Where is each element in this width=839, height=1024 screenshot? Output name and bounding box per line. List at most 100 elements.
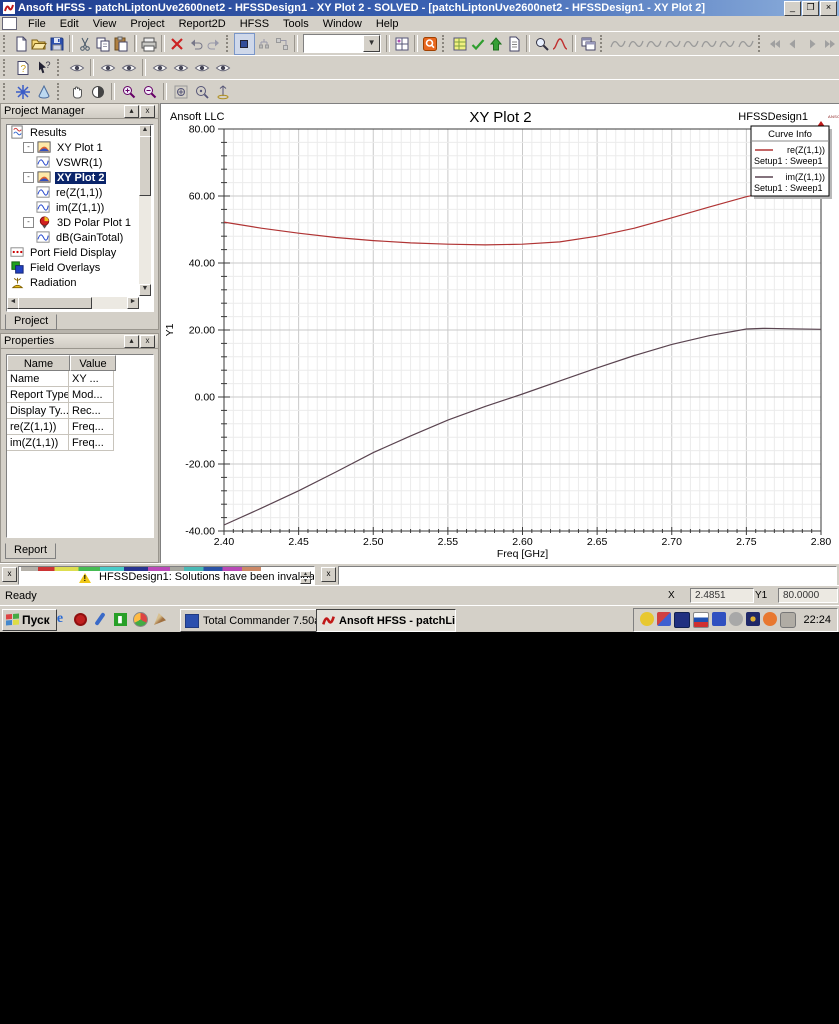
toolbar-grip[interactable] xyxy=(757,35,763,52)
arrow-up-green-button[interactable] xyxy=(487,34,505,54)
tree-vscroll-thumb[interactable] xyxy=(139,136,151,196)
close-icon[interactable]: x xyxy=(140,104,155,118)
menu-hfss[interactable]: HFSS xyxy=(233,17,276,31)
expander-icon[interactable]: - xyxy=(23,142,34,153)
new-file-button[interactable] xyxy=(11,34,29,54)
nav-prev-button[interactable] xyxy=(784,34,802,54)
eye-button[interactable] xyxy=(191,58,212,78)
tree-item-im-z-1-1-[interactable]: im(Z(1,1)) xyxy=(7,200,153,215)
zoom-out-window-button[interactable] xyxy=(139,82,160,102)
project-manager-titlebar[interactable]: Project Manager ▴ x xyxy=(1,104,158,119)
tab-project[interactable]: Project xyxy=(5,314,58,330)
tray-camera-icon[interactable] xyxy=(780,612,797,628)
q-orange-button[interactable] xyxy=(421,34,439,54)
paste-button[interactable] xyxy=(112,34,130,54)
toolbar-grip[interactable] xyxy=(3,83,9,100)
minimize-button[interactable]: _ xyxy=(784,0,801,16)
column-header-value[interactable]: Value xyxy=(70,355,116,371)
tray-blue-dark-icon[interactable] xyxy=(674,612,691,628)
toolbar-grip[interactable] xyxy=(441,35,447,52)
menu-tools[interactable]: Tools xyxy=(276,17,316,31)
menu-view[interactable]: View xyxy=(86,17,124,31)
menu-edit[interactable]: Edit xyxy=(53,17,86,31)
xy-plot-chart[interactable]: 80.00 60.00 40.00 20.00 0.00 -20.00 -40.00 2.40… xyxy=(161,104,839,567)
tree-item-radiation[interactable]: Radiation xyxy=(7,275,153,290)
help-new-button[interactable]: ? xyxy=(12,58,33,78)
start-button[interactable]: Пуск xyxy=(2,609,57,631)
scroll-down-icon[interactable]: ▼ xyxy=(139,284,151,296)
model-star-button[interactable] xyxy=(12,82,33,102)
eye-button[interactable] xyxy=(118,58,139,78)
wave-button[interactable] xyxy=(664,34,682,54)
progress-close-icon[interactable]: x xyxy=(321,567,336,582)
toolbar-grip[interactable] xyxy=(57,59,63,76)
property-value[interactable]: Rec... xyxy=(69,403,114,419)
chrome-ball-icon[interactable] xyxy=(132,611,148,627)
nav-next-button[interactable] xyxy=(803,34,821,54)
trace-selector-combo[interactable]: ▼ xyxy=(302,34,382,53)
tree-item-field-overlays[interactable]: Field Overlays xyxy=(7,260,153,275)
brush-icon[interactable] xyxy=(152,611,168,627)
contrast-button[interactable] xyxy=(87,82,108,102)
eye-button[interactable] xyxy=(170,58,191,78)
properties-titlebar[interactable]: Properties ▴ x xyxy=(1,334,158,349)
tree-item-results[interactable]: Results xyxy=(7,125,153,140)
zoom-window-button[interactable] xyxy=(118,82,139,102)
print-button[interactable] xyxy=(140,34,158,54)
zoom-magnifier-button[interactable] xyxy=(533,34,551,54)
redo-button[interactable] xyxy=(205,34,223,54)
eye-button[interactable] xyxy=(149,58,170,78)
tree-item-db-gaintotal-[interactable]: dB(GainTotal) xyxy=(7,230,153,245)
wave-button[interactable] xyxy=(609,34,627,54)
fit-layout-button[interactable] xyxy=(393,34,411,54)
nav-first-button[interactable] xyxy=(766,34,784,54)
toolbar-grip[interactable] xyxy=(3,35,8,52)
menu-file[interactable]: File xyxy=(21,17,53,31)
window-cascade-button[interactable] xyxy=(579,34,597,54)
check-green-button[interactable] xyxy=(469,34,487,54)
wave-button[interactable] xyxy=(700,34,718,54)
help-pointer-button[interactable]: ? xyxy=(33,58,54,78)
sheet-button[interactable] xyxy=(450,34,468,54)
eye-button[interactable] xyxy=(97,58,118,78)
wave-button[interactable] xyxy=(736,34,754,54)
pen-blue-icon[interactable] xyxy=(92,611,108,627)
menu-report2d[interactable]: Report2D xyxy=(172,17,233,31)
task-button-1[interactable]: Total Commander 7.50a ... xyxy=(180,609,320,632)
toolbar-grip[interactable] xyxy=(57,83,63,100)
tree-vscrollbar[interactable]: ▲ ▼ xyxy=(139,125,151,296)
opera-icon[interactable] xyxy=(72,611,88,627)
wave-button[interactable] xyxy=(645,34,663,54)
model-cone-button[interactable] xyxy=(33,82,54,102)
eye-button[interactable] xyxy=(212,58,233,78)
expander-icon[interactable]: - xyxy=(23,217,34,228)
wave-button[interactable] xyxy=(627,34,645,54)
nav-last-button[interactable] xyxy=(821,34,839,54)
tray-multi-icon[interactable] xyxy=(657,612,672,626)
maximize-button[interactable]: ❐ xyxy=(802,0,819,16)
wave-button[interactable] xyxy=(682,34,700,54)
wave-button[interactable] xyxy=(718,34,736,54)
property-value[interactable]: Freq... xyxy=(69,419,114,435)
tree-item-vswr-1-[interactable]: VSWR(1) xyxy=(7,155,153,170)
zoom-mag-button[interactable] xyxy=(191,82,212,102)
expander-icon[interactable]: - xyxy=(23,172,34,183)
tray-blue-icon[interactable] xyxy=(712,612,727,626)
property-value[interactable]: XY ... xyxy=(69,371,114,387)
analyze-button[interactable] xyxy=(273,34,291,54)
message-close-icon[interactable]: x xyxy=(2,567,17,582)
tray-ru-flag-icon[interactable] xyxy=(693,612,710,628)
menu-project[interactable]: Project xyxy=(123,17,171,31)
report-doc-button[interactable] xyxy=(505,34,523,54)
menu-help[interactable]: Help xyxy=(369,17,406,31)
zoom-square-button[interactable] xyxy=(170,82,191,102)
toolbar-grip[interactable] xyxy=(600,35,605,52)
property-value[interactable]: Freq... xyxy=(69,435,114,451)
eye-button[interactable] xyxy=(66,58,87,78)
tray-speaker-icon[interactable] xyxy=(746,612,761,626)
chevron-down-icon[interactable]: ▼ xyxy=(363,35,381,52)
close-button[interactable]: × xyxy=(820,0,837,16)
toolbar-grip[interactable] xyxy=(3,59,9,76)
pin-icon[interactable]: ▴ xyxy=(124,104,139,118)
column-header-name[interactable]: Name xyxy=(7,355,70,371)
